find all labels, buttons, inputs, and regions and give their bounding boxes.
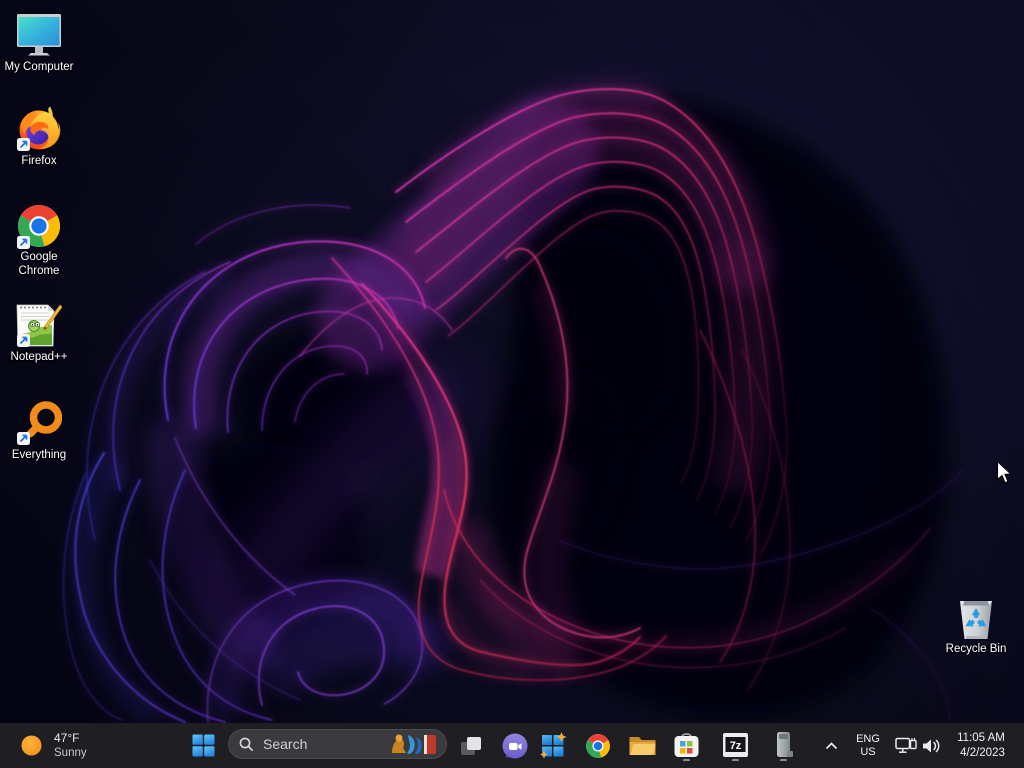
svg-text:7z: 7z xyxy=(729,739,741,751)
